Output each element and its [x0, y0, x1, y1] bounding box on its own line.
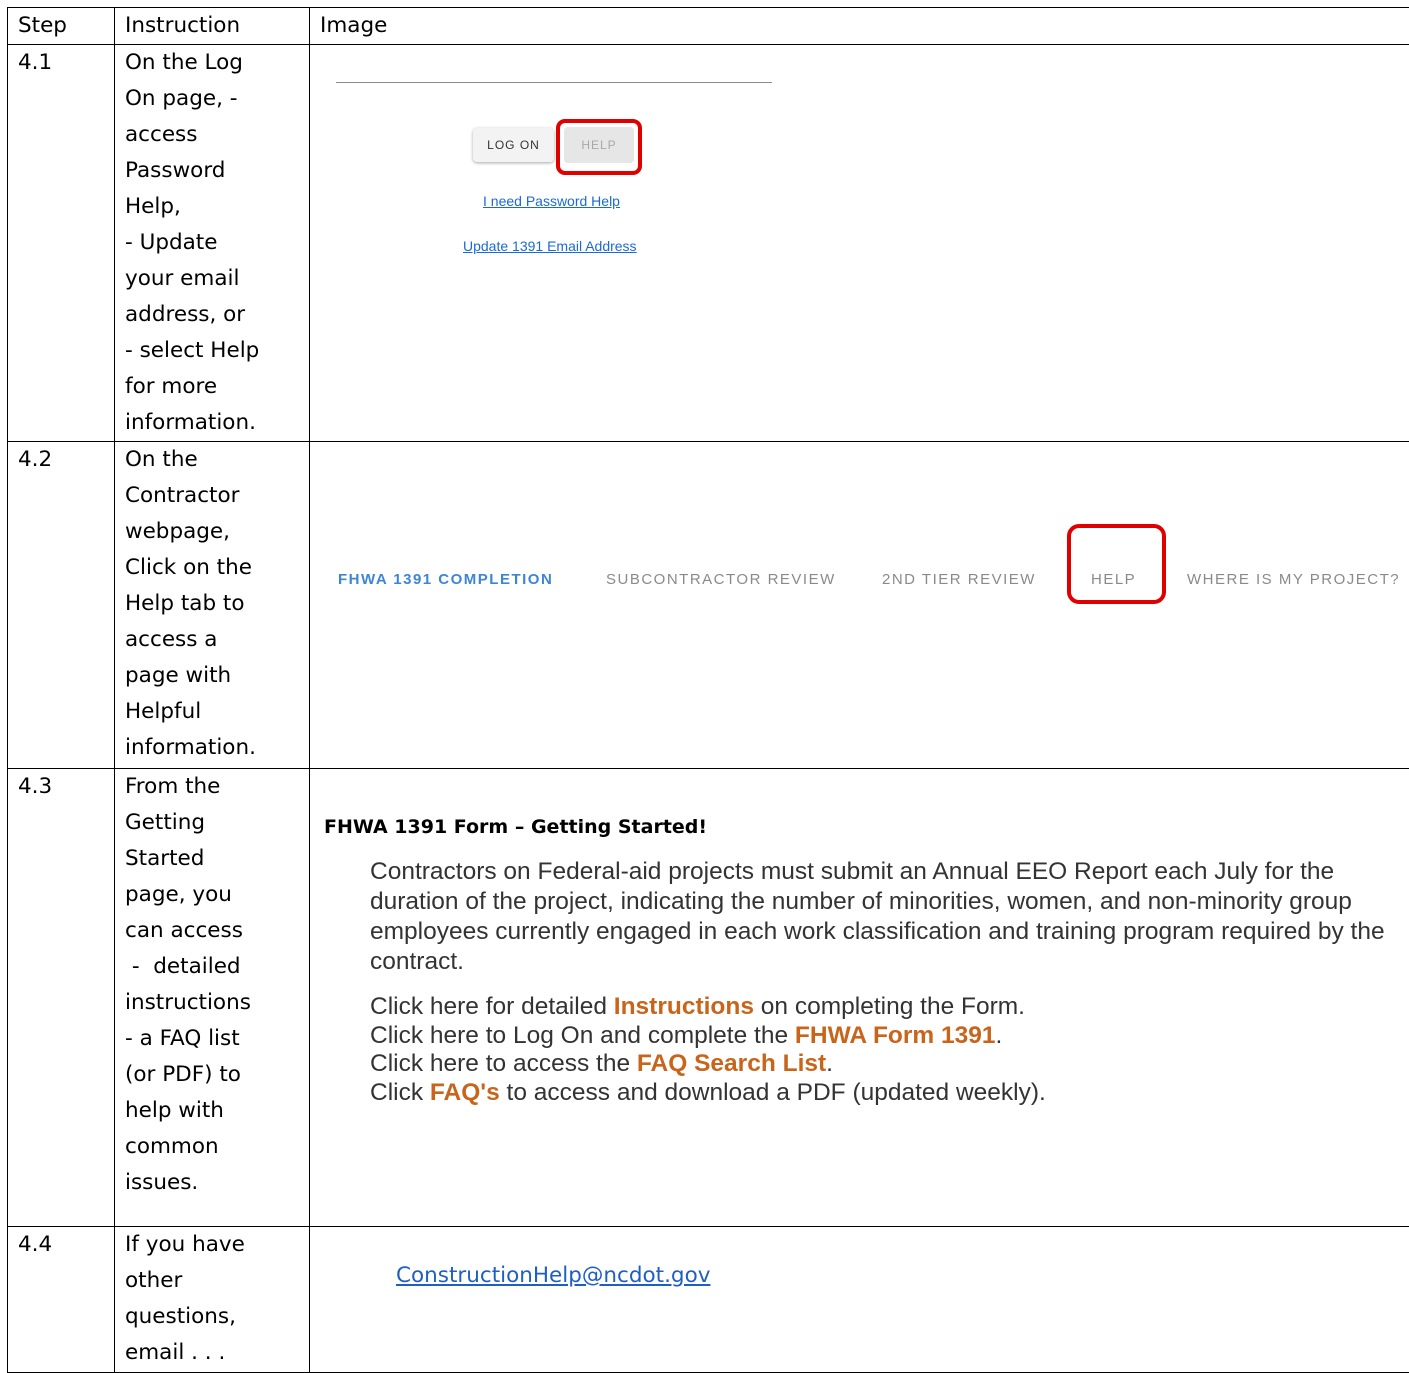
instruction-line: email . . .: [125, 1335, 305, 1371]
password-help-link[interactable]: I need Password Help: [483, 183, 620, 219]
instruction-line: access: [125, 117, 305, 153]
step-number: 4.4: [8, 1227, 115, 1373]
faqs-pdf-link[interactable]: FAQ's: [430, 1079, 500, 1106]
instructions-link[interactable]: Instructions: [614, 993, 754, 1020]
steps-table: Step Instruction Image 4.1 On the Log On…: [7, 7, 1409, 1373]
instruction-line: common: [125, 1129, 305, 1165]
getting-started-screenshot: FHWA 1391 Form – Getting Started! Contra…: [310, 769, 1409, 1227]
instruction-line: Password: [125, 153, 305, 189]
tab-where-is-my-project[interactable]: WHERE IS MY PROJECT?: [1187, 562, 1400, 598]
instruction-line: page with: [125, 658, 305, 694]
tab-fhwa-1391-completion[interactable]: FHWA 1391 COMPLETION: [338, 562, 553, 598]
instruction-line: If you have: [125, 1227, 305, 1263]
faq-search-list-link[interactable]: FAQ Search List: [637, 1050, 826, 1077]
instruction-line: Click on the: [125, 550, 305, 586]
link-line: Click here to access the FAQ Search List…: [370, 1050, 1409, 1079]
update-email-link[interactable]: Update 1391 Email Address: [463, 228, 637, 264]
instruction-cell: On the Log On page, - access Password He…: [115, 45, 310, 442]
instruction-line: issues.: [125, 1165, 305, 1201]
getting-started-title: FHWA 1391 Form – Getting Started!: [324, 809, 707, 845]
instruction-line: On the: [125, 442, 305, 478]
highlight-box: [556, 119, 642, 175]
instruction-line: Started: [125, 841, 305, 877]
step-number: 4.2: [8, 442, 115, 769]
instruction-line: Contractor: [125, 478, 305, 514]
link-line-text: Click here to Log On and complete the: [370, 1022, 795, 1049]
table-row: 4.4 If you have other questions, email .…: [8, 1227, 1409, 1373]
instruction-line: Help tab to: [125, 586, 305, 622]
instruction-line: can access: [125, 913, 305, 949]
table-row: 4.1 On the Log On page, - access Passwor…: [8, 45, 1409, 442]
instruction-line: access a: [125, 622, 305, 658]
instruction-line: webpage,: [125, 514, 305, 550]
instruction-cell: On the Contractor webpage, Click on the …: [115, 442, 310, 769]
instruction-line: - Update: [125, 225, 305, 261]
link-line-text: Click: [370, 1079, 430, 1106]
getting-started-links: Click here for detailed Instructions on …: [370, 993, 1409, 1107]
instruction-line: other: [125, 1263, 305, 1299]
step-number: 4.1: [8, 45, 115, 442]
instruction-line: On the Log: [125, 45, 305, 81]
instruction-cell: If you have other questions, email . . .: [115, 1227, 310, 1373]
instruction-line: Getting: [125, 805, 305, 841]
link-line-text: .: [826, 1050, 833, 1077]
highlight-box: [1067, 524, 1166, 604]
instruction-line: your email: [125, 261, 305, 297]
instruction-line: questions,: [125, 1299, 305, 1335]
login-screenshot: LOG ON HELP I need Password Help Update …: [310, 45, 1409, 442]
header-step: Step: [8, 8, 115, 45]
link-line-text: Click here for detailed: [370, 993, 614, 1020]
link-line-text: Click here to access the: [370, 1050, 637, 1077]
link-line-text: .: [996, 1022, 1003, 1049]
instruction-line: Help,: [125, 189, 305, 225]
fhwa-form-1391-link[interactable]: FHWA Form 1391: [795, 1022, 996, 1049]
link-line: Click FAQ's to access and download a PDF…: [370, 1079, 1409, 1108]
link-line: Click here to Log On and complete the FH…: [370, 1022, 1409, 1051]
getting-started-paragraph: Contractors on Federal-aid projects must…: [370, 857, 1409, 977]
instruction-line: information.: [125, 405, 305, 441]
instruction-cell: From the Getting Started page, you can a…: [115, 769, 310, 1227]
instruction-line: (or PDF) to: [125, 1057, 305, 1093]
instruction-line: address, or: [125, 297, 305, 333]
tab-2nd-tier-review[interactable]: 2ND TIER REVIEW: [882, 562, 1036, 598]
header-row: Step Instruction Image: [8, 8, 1409, 45]
instruction-line: for more: [125, 369, 305, 405]
instruction-line: - a FAQ list: [125, 1021, 305, 1057]
link-line: Click here for detailed Instructions on …: [370, 993, 1409, 1022]
divider: [336, 82, 772, 83]
instruction-line: instructions: [125, 985, 305, 1021]
table-row: 4.2 On the Contractor webpage, Click on …: [8, 442, 1409, 769]
instruction-line: From the: [125, 769, 305, 805]
instruction-line: - detailed: [125, 949, 305, 985]
contact-cell: ConstructionHelp@ncdot.gov: [310, 1227, 1409, 1373]
logon-button[interactable]: LOG ON: [473, 128, 554, 162]
header-image: Image: [310, 8, 1409, 45]
step-number: 4.3: [8, 769, 115, 1227]
table-row: 4.3 From the Getting Started page, you c…: [8, 769, 1409, 1227]
header-instruction: Instruction: [115, 8, 310, 45]
instruction-line: help with: [125, 1093, 305, 1129]
contact-email-link[interactable]: ConstructionHelp@ncdot.gov: [396, 1258, 710, 1294]
link-line-text: on completing the Form.: [754, 993, 1025, 1020]
instruction-line: information.: [125, 730, 305, 766]
nav-screenshot: FHWA 1391 COMPLETION SUBCONTRACTOR REVIE…: [310, 442, 1409, 769]
link-line-text: to access and download a PDF (updated we…: [500, 1079, 1046, 1106]
tab-subcontractor-review[interactable]: SUBCONTRACTOR REVIEW: [606, 562, 836, 598]
instruction-line: - select Help: [125, 333, 305, 369]
instruction-line: On page, -: [125, 81, 305, 117]
instruction-line: page, you: [125, 877, 305, 913]
instruction-line: Helpful: [125, 694, 305, 730]
